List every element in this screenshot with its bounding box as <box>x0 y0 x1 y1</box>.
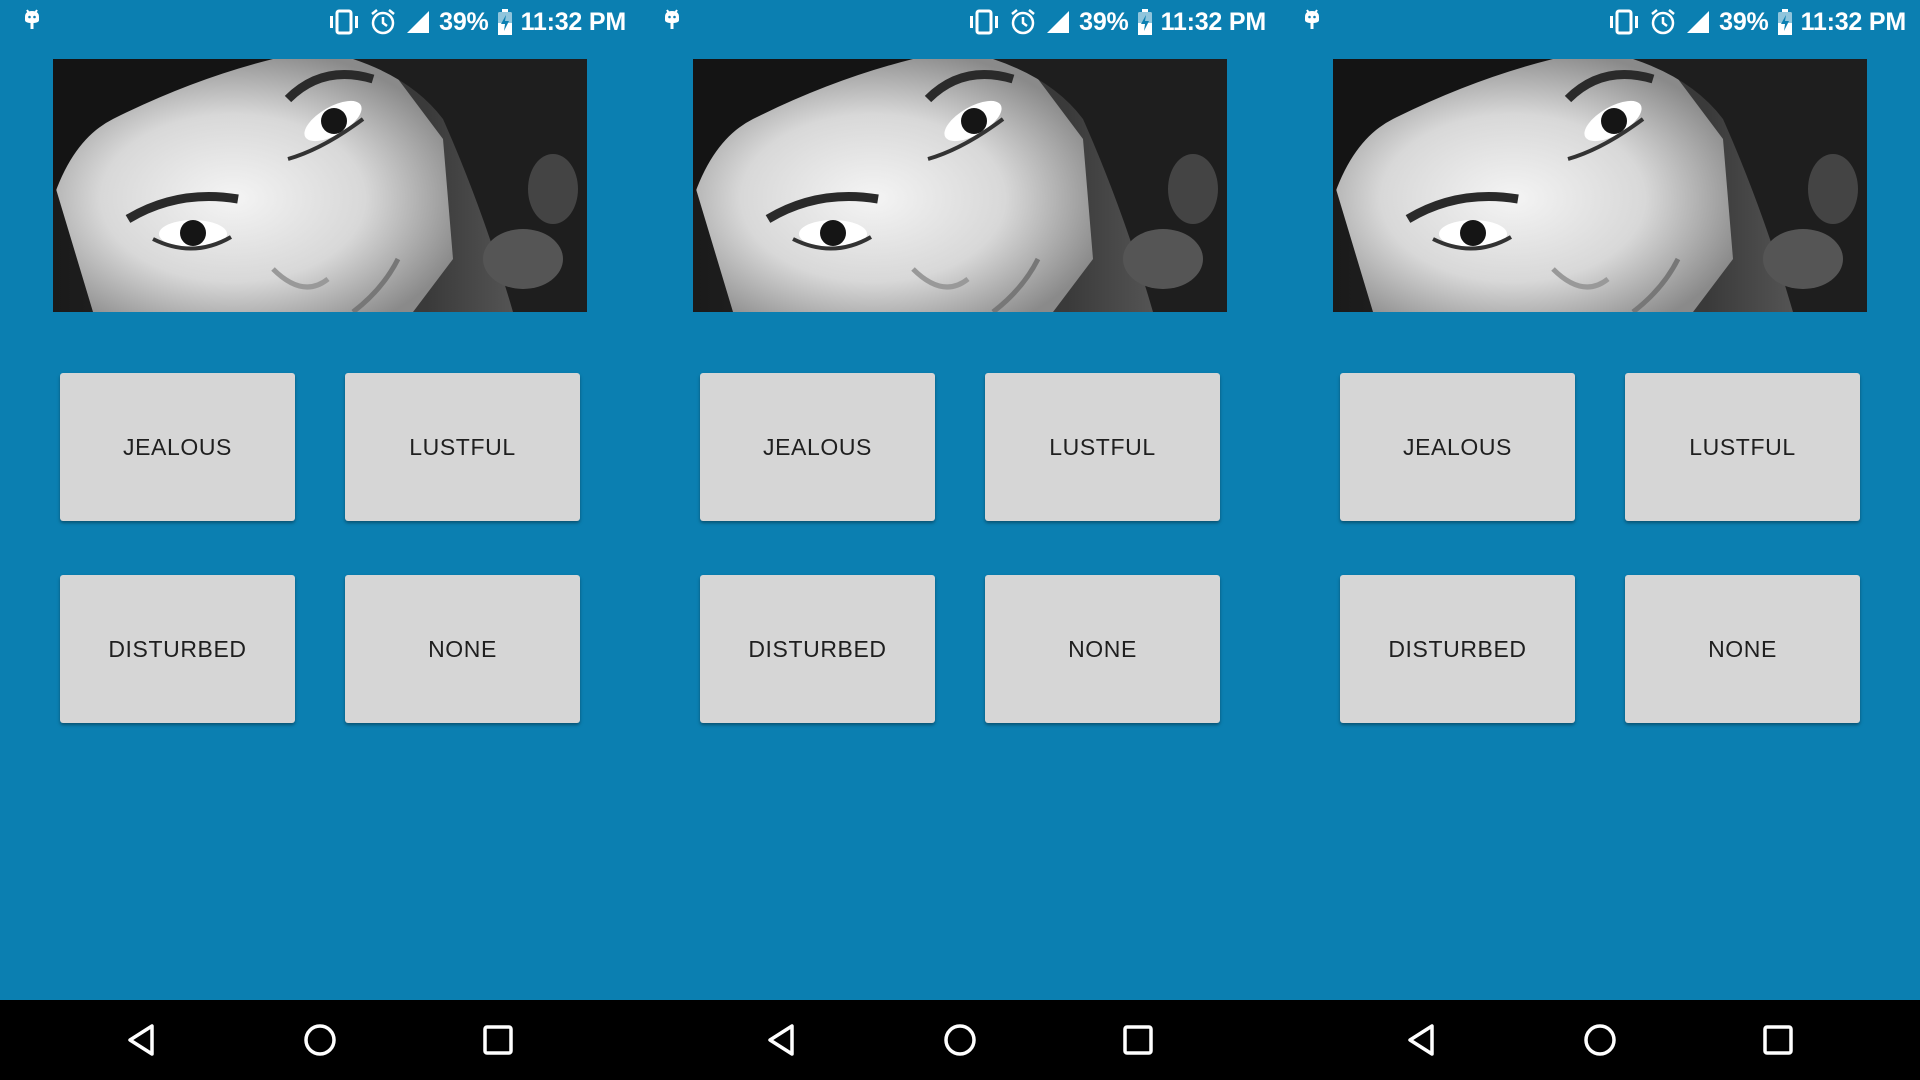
status-bar: 39% 11:32 PM <box>1280 0 1920 44</box>
alarm-clock-icon <box>1651 9 1675 35</box>
recents-square-icon <box>483 1025 513 1055</box>
recents-button[interactable] <box>1754 1016 1802 1064</box>
home-circle-icon <box>304 1024 336 1056</box>
grayscale-face-photo <box>1333 59 1867 312</box>
android-debug-icon <box>665 9 679 29</box>
clock-time: 11:32 PM <box>1800 7 1907 36</box>
grayscale-face-photo <box>693 59 1227 312</box>
face-photo <box>53 59 587 312</box>
disturbed-button[interactable]: DISTURBED <box>700 575 935 723</box>
home-button[interactable] <box>1576 1016 1624 1064</box>
back-triangle-icon <box>768 1024 794 1056</box>
vibrate-icon <box>1610 9 1639 35</box>
status-indicators: 39% 11:32 PM <box>1607 6 1906 38</box>
disturbed-button[interactable]: DISTURBED <box>1340 575 1575 723</box>
navigation-bar <box>640 1000 1280 1080</box>
back-button[interactable] <box>118 1016 166 1064</box>
phone-screen-2: 39% 11:32 PM JEALOUS LUSTFUL DISTURBED N… <box>640 0 1280 1080</box>
navigation-bar <box>0 1000 640 1080</box>
android-debug-icon <box>1305 9 1319 29</box>
status-indicators: 39% 11:32 PM <box>327 6 626 38</box>
none-button[interactable]: NONE <box>345 575 580 723</box>
back-button[interactable] <box>758 1016 806 1064</box>
back-triangle-icon <box>1408 1024 1434 1056</box>
jealous-button[interactable]: JEALOUS <box>1340 373 1575 521</box>
grayscale-face-photo <box>53 59 587 312</box>
recents-button[interactable] <box>1114 1016 1162 1064</box>
phone-screen-1: 39% 11:32 PM JEALOUS LUSTFUL DISTURBED N… <box>0 0 640 1080</box>
none-button[interactable]: NONE <box>1625 575 1860 723</box>
android-debug-icon <box>25 9 39 29</box>
battery-percent: 39% <box>439 7 489 36</box>
battery-charging-icon <box>497 9 512 35</box>
lustful-button[interactable]: LUSTFUL <box>345 373 580 521</box>
none-button[interactable]: NONE <box>985 575 1220 723</box>
home-circle-icon <box>944 1024 976 1056</box>
clock-time: 11:32 PM <box>1160 7 1267 36</box>
vibrate-icon <box>330 9 359 35</box>
battery-charging-icon <box>1137 9 1152 35</box>
status-bar: 39% 11:32 PM <box>0 0 640 44</box>
cell-signal-icon <box>1687 11 1710 33</box>
home-button[interactable] <box>936 1016 984 1064</box>
back-button[interactable] <box>1398 1016 1446 1064</box>
recents-square-icon <box>1763 1025 1793 1055</box>
jealous-button[interactable]: JEALOUS <box>700 373 935 521</box>
face-photo <box>1333 59 1867 312</box>
vibrate-icon <box>970 9 999 35</box>
recents-square-icon <box>1123 1025 1153 1055</box>
status-indicators: 39% 11:32 PM <box>967 6 1266 38</box>
alarm-clock-icon <box>1011 9 1035 35</box>
back-triangle-icon <box>128 1024 154 1056</box>
battery-charging-icon <box>1777 9 1792 35</box>
cell-signal-icon <box>1047 11 1070 33</box>
recents-button[interactable] <box>474 1016 522 1064</box>
home-button[interactable] <box>296 1016 344 1064</box>
jealous-button[interactable]: JEALOUS <box>60 373 295 521</box>
status-bar: 39% 11:32 PM <box>640 0 1280 44</box>
navigation-bar <box>1280 1000 1920 1080</box>
face-photo <box>693 59 1227 312</box>
triple-screenshot-stage: 39% 11:32 PM JEALOUS LUSTFUL DISTURBED N… <box>0 0 1920 1080</box>
clock-time: 11:32 PM <box>520 7 627 36</box>
phone-screen-3: 39% 11:32 PM JEALOUS LUSTFUL DISTURBED N… <box>1280 0 1920 1080</box>
disturbed-button[interactable]: DISTURBED <box>60 575 295 723</box>
cell-signal-icon <box>407 11 430 33</box>
alarm-clock-icon <box>371 9 395 35</box>
battery-percent: 39% <box>1079 7 1129 36</box>
lustful-button[interactable]: LUSTFUL <box>1625 373 1860 521</box>
lustful-button[interactable]: LUSTFUL <box>985 373 1220 521</box>
home-circle-icon <box>1584 1024 1616 1056</box>
battery-percent: 39% <box>1719 7 1769 36</box>
